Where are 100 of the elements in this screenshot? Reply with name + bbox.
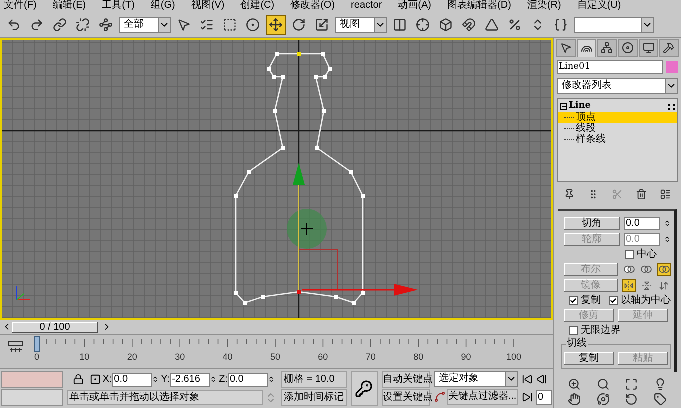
- track-bar-icon[interactable]: [8, 341, 24, 353]
- panel-tab[interactable]: [659, 39, 680, 57]
- collapse-box-icon[interactable]: [560, 103, 567, 110]
- key-filters-button[interactable]: 关键点过滤器...: [447, 388, 518, 404]
- frame-tick-label: 90: [461, 352, 472, 362]
- checkbox[interactable]: [569, 296, 578, 305]
- circle-dot-icon: [246, 18, 260, 32]
- checkbox-label: 无限边界: [581, 325, 621, 336]
- checkbox-label: 复制: [581, 295, 601, 306]
- flip-both-icon: [659, 280, 670, 290]
- stack-sub-item[interactable]: 线段: [558, 123, 677, 134]
- toolbar-button[interactable]: [266, 14, 286, 34]
- auto-key-button[interactable]: 自动关键点: [382, 371, 430, 388]
- lock-icon[interactable]: [72, 374, 84, 385]
- redo-icon: [30, 18, 44, 32]
- frame-tick-label: 60: [318, 352, 328, 362]
- coordinate-field[interactable]: 0.0: [112, 372, 152, 386]
- dropdown-caret-icon: [665, 79, 677, 93]
- key-mode-dropdown[interactable]: 选定对象: [434, 371, 518, 387]
- object-name-field[interactable]: Line01: [557, 60, 663, 74]
- rollout-button[interactable]: 切角: [564, 217, 620, 230]
- previous-frame-icon[interactable]: [536, 374, 548, 385]
- axis-tripod-icon: [16, 286, 30, 300]
- dashed-square-icon: [223, 18, 237, 32]
- frame-tick-label: 50: [270, 352, 280, 362]
- trash-icon[interactable]: [636, 188, 647, 200]
- checkbox[interactable]: [609, 296, 618, 305]
- search-icon[interactable]: [596, 378, 610, 391]
- panel-tab[interactable]: [576, 39, 596, 57]
- grid-spacing-text: 栅格 = 10.0: [280, 371, 347, 388]
- dropdown-caret-icon: [374, 18, 386, 32]
- track-bar[interactable]: 0 10 20 30 40 50 60 70 80 90 100: [0, 334, 553, 368]
- frame-tick-label: 10: [80, 352, 90, 362]
- flip-horizontal-icon: [624, 280, 634, 290]
- rollout-button[interactable]: 复制: [564, 352, 614, 365]
- sub-object-dots-icon: [668, 104, 675, 110]
- stack-item[interactable]: Line: [569, 101, 666, 112]
- coordinate-field[interactable]: -2.616: [170, 372, 210, 386]
- panel-tab[interactable]: [597, 39, 618, 57]
- list-icon: [200, 18, 214, 32]
- menu-item[interactable]: 动画(A): [398, 0, 432, 12]
- menu-item[interactable]: reactor: [351, 0, 382, 12]
- maximize-icon[interactable]: [625, 378, 638, 391]
- frame-tick-label: 70: [366, 352, 376, 362]
- menu-item[interactable]: 组(G): [150, 0, 176, 12]
- object-color-swatch[interactable]: [666, 61, 678, 73]
- angle-icon: [485, 18, 499, 32]
- set-key-text-button[interactable]: 设置关键点: [382, 389, 430, 406]
- dropdown-caret-icon: [505, 372, 518, 386]
- frame-tick-label: 80: [414, 352, 424, 362]
- add-time-tag-field[interactable]: 添加时间标记: [280, 389, 347, 406]
- menu-item[interactable]: 创建(C): [240, 0, 275, 12]
- link-icon: [53, 18, 67, 32]
- modifier-list-dropdown[interactable]: 修改器列表: [557, 78, 678, 94]
- panel-tab[interactable]: [638, 39, 658, 57]
- box-icon: [439, 18, 453, 32]
- current-frame-marker[interactable]: [34, 336, 40, 352]
- nodes-icon: [99, 18, 113, 32]
- undo-icon: [7, 18, 21, 32]
- stack-sub-item[interactable]: 顶点: [558, 112, 677, 123]
- curve-icon[interactable]: [434, 390, 446, 402]
- coordinate-label: Y:: [161, 373, 170, 387]
- crosshair-icon: [416, 18, 430, 32]
- rotate-view-icon[interactable]: [625, 393, 638, 406]
- orbit-icon[interactable]: [596, 393, 610, 406]
- magnet-icon: [462, 18, 476, 32]
- tag-icon[interactable]: [654, 393, 668, 406]
- stack-sub-item-label: 线段: [576, 123, 596, 134]
- perspective-viewport[interactable]: [0, 38, 553, 320]
- hierarchy-icon: [601, 42, 614, 54]
- panel-tab[interactable]: [556, 39, 576, 57]
- coordinate-label: Z:: [219, 373, 228, 387]
- toolbar-dropdown[interactable]: [574, 16, 654, 32]
- toolbar-dropdown[interactable]: 全部: [119, 16, 171, 32]
- set-key-button[interactable]: [350, 371, 378, 406]
- menu-item[interactable]: 图表编辑器(D): [448, 0, 512, 12]
- unlink-icon: [76, 18, 90, 32]
- monitor-icon: [642, 42, 655, 54]
- spinner-field[interactable]: 0.0: [624, 217, 660, 230]
- checkbox[interactable]: [569, 326, 578, 335]
- panel-tab[interactable]: [618, 39, 638, 57]
- menu-item[interactable]: 编辑(E): [52, 0, 86, 12]
- menu-item[interactable]: 工具(T): [102, 0, 135, 12]
- zoom-icon[interactable]: [568, 378, 581, 391]
- bottle-spline-drawing[interactable]: [234, 52, 365, 305]
- go-to-start-icon[interactable]: [522, 374, 534, 385]
- checkbox[interactable]: [625, 250, 634, 259]
- stack-sub-item[interactable]: 样条线: [558, 134, 677, 145]
- hand-icon[interactable]: [568, 393, 581, 406]
- pin-icon[interactable]: [564, 188, 576, 200]
- bulb-icon[interactable]: [654, 378, 668, 391]
- coordinate-field[interactable]: 0.0: [228, 372, 268, 386]
- menu-item[interactable]: 视图(V): [191, 0, 225, 12]
- frame-tick-label: 40: [222, 352, 233, 362]
- columns-icon: [393, 18, 407, 32]
- current-frame-field[interactable]: 0: [536, 390, 552, 405]
- menu-item[interactable]: 修改器(O): [290, 0, 336, 12]
- frame-tick-label: 100: [506, 352, 522, 362]
- list-window-icon[interactable]: [660, 188, 671, 200]
- toolbar-dropdown[interactable]: 视图: [335, 16, 387, 32]
